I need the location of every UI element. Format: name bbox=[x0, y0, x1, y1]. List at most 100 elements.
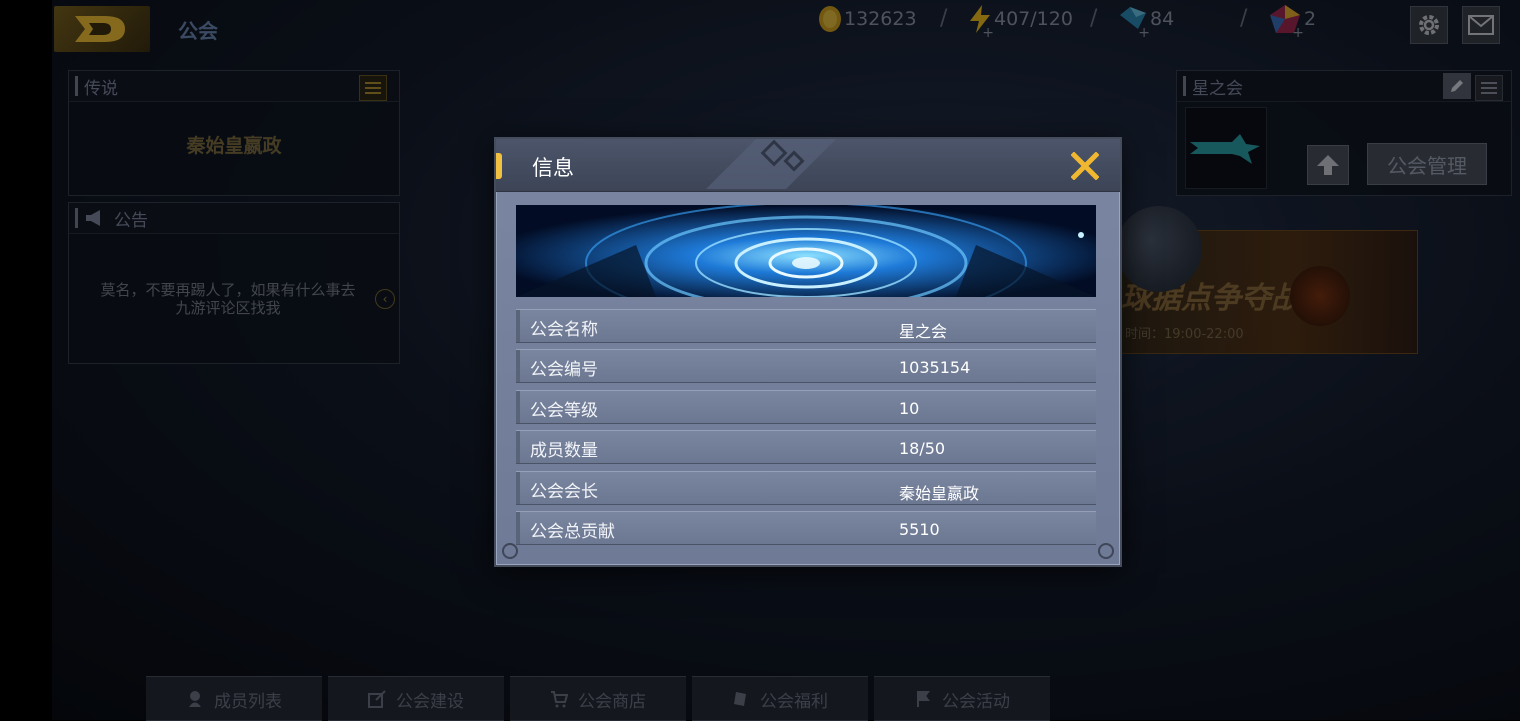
tab-guild-build[interactable]: 公会建设 bbox=[328, 676, 504, 721]
info-row-member-count: 成员数量 18/50 bbox=[516, 430, 1096, 465]
upgrade-button[interactable] bbox=[1307, 145, 1349, 185]
guild-panel: 星之会 公会管理 bbox=[1176, 70, 1512, 196]
notice-line-1: 莫名，不要再踢人了，如果有什么事去 bbox=[100, 281, 356, 299]
header-marker bbox=[1183, 76, 1186, 96]
tab-guild-welfare[interactable]: 公会福利 bbox=[692, 676, 868, 721]
info-value: 1035154 bbox=[899, 358, 971, 378]
separator: / bbox=[1090, 6, 1098, 31]
close-icon bbox=[1071, 152, 1099, 180]
notice-line-2: 九游评论区找我 bbox=[175, 299, 281, 317]
tab-member-list[interactable]: 成员列表 bbox=[146, 676, 322, 721]
diamond-value: 84 bbox=[1150, 8, 1175, 30]
close-button[interactable] bbox=[1068, 149, 1102, 183]
bottom-tab-bar: 成员列表 公会建设 公会商店 公会福利 公会活动 bbox=[146, 676, 1050, 721]
info-label: 成员数量 bbox=[530, 441, 598, 462]
corner-ornament bbox=[1098, 543, 1114, 559]
guild-panel-title: 星之会 bbox=[1192, 78, 1243, 99]
build-icon bbox=[368, 690, 386, 708]
settings-button[interactable] bbox=[1410, 6, 1448, 44]
info-value: 星之会 bbox=[899, 322, 948, 341]
info-row-guild-name: 公会名称 星之会 bbox=[516, 309, 1096, 343]
row-marker bbox=[516, 390, 520, 423]
legend-panel: 传说 秦始皇嬴政 bbox=[68, 70, 400, 196]
notice-panel-title: 公告 bbox=[114, 210, 148, 231]
row-marker bbox=[516, 350, 520, 383]
event-time: 时间：19:00-22:00 bbox=[1125, 327, 1244, 342]
separator: / bbox=[1240, 6, 1248, 31]
info-dialog-header: 信息 bbox=[496, 139, 1120, 192]
screen-edge bbox=[0, 0, 52, 720]
info-row-guild-level: 公会等级 10 bbox=[516, 389, 1096, 424]
planet-image bbox=[1116, 206, 1202, 292]
chevron-left-icon[interactable]: ‹ bbox=[375, 289, 395, 309]
info-label: 公会等级 bbox=[530, 400, 598, 421]
diamond-resource[interactable]: + 84 bbox=[1118, 5, 1175, 41]
tab-label: 公会建设 bbox=[396, 691, 464, 712]
info-label: 公会名称 bbox=[530, 320, 598, 340]
tab-label: 成员列表 bbox=[214, 691, 282, 712]
energy-resource[interactable]: + 407/120 bbox=[968, 5, 1073, 41]
gold-coin-icon bbox=[818, 5, 842, 33]
info-value: 18/50 bbox=[899, 439, 946, 459]
info-value: 10 bbox=[899, 398, 920, 418]
diamond-icon: + bbox=[1118, 5, 1150, 41]
gift-icon bbox=[734, 692, 746, 706]
lightning-icon: + bbox=[968, 5, 994, 41]
gold-value: 132623 bbox=[844, 8, 917, 30]
legend-panel-header: 传说 bbox=[69, 71, 399, 102]
member-icon bbox=[189, 691, 201, 707]
notice-panel: 公告 莫名，不要再踢人了，如果有什么事去 九游评论区找我 ‹ bbox=[68, 202, 400, 364]
info-label: 公会总贡献 bbox=[530, 521, 615, 542]
corner-ornament bbox=[502, 543, 518, 559]
guild-manage-button[interactable]: 公会管理 bbox=[1367, 143, 1487, 185]
header-decoration bbox=[706, 139, 836, 189]
info-label: 公会会长 bbox=[530, 481, 598, 502]
pencil-icon bbox=[1451, 80, 1463, 92]
guild-emblem-icon bbox=[1190, 134, 1260, 164]
list-icon bbox=[1481, 82, 1497, 94]
crystal-resource[interactable]: + 2 bbox=[1268, 5, 1317, 41]
crystal-icon: + bbox=[1268, 5, 1304, 41]
gear-icon bbox=[1419, 15, 1439, 35]
arrow-up-icon bbox=[1317, 155, 1339, 175]
info-row-guild-id: 公会编号 1035154 bbox=[516, 349, 1096, 384]
header-accent bbox=[496, 153, 502, 179]
tab-label: 公会商店 bbox=[578, 691, 646, 712]
logo-icon bbox=[75, 16, 125, 42]
info-dialog-title: 信息 bbox=[532, 156, 574, 180]
notice-panel-header: 公告 bbox=[69, 203, 399, 234]
mail-icon bbox=[1468, 15, 1494, 35]
page-title: 公会 bbox=[178, 19, 218, 43]
notice-text: 莫名，不要再踢人了，如果有什么事去 九游评论区找我 bbox=[71, 281, 385, 317]
tab-label: 公会活动 bbox=[942, 691, 1010, 712]
row-marker bbox=[516, 511, 520, 544]
row-marker bbox=[516, 310, 520, 342]
back-button[interactable] bbox=[54, 6, 150, 52]
legend-panel-title: 传说 bbox=[84, 78, 118, 99]
info-dialog: 信息 公会名称 星之会 公会编号 1035154 公会等级 10 成员数量 18… bbox=[494, 137, 1122, 567]
guild-info-table: 公会名称 星之会 公会编号 1035154 公会等级 10 成员数量 18/50… bbox=[516, 309, 1096, 551]
edit-button[interactable] bbox=[1443, 73, 1471, 99]
row-marker bbox=[516, 471, 520, 504]
flag-icon bbox=[917, 691, 930, 707]
crystal-value: 2 bbox=[1304, 8, 1317, 30]
gold-resource: 132623 bbox=[818, 6, 917, 32]
tab-label: 公会福利 bbox=[760, 691, 828, 712]
legend-player-name: 秦始皇嬴政 bbox=[186, 135, 282, 157]
cart-icon bbox=[551, 691, 568, 708]
list-button[interactable] bbox=[359, 75, 387, 101]
separator: / bbox=[940, 6, 948, 31]
header-marker bbox=[75, 76, 78, 96]
row-marker bbox=[516, 431, 520, 464]
guild-banner-image bbox=[516, 205, 1096, 297]
tab-guild-activity[interactable]: 公会活动 bbox=[874, 676, 1050, 721]
tab-guild-shop[interactable]: 公会商店 bbox=[510, 676, 686, 721]
header-marker bbox=[75, 208, 78, 228]
mail-button[interactable] bbox=[1462, 6, 1500, 44]
megaphone-icon bbox=[86, 210, 100, 226]
info-row-guild-leader: 公会会长 秦始皇嬴政 bbox=[516, 470, 1096, 505]
guild-badge bbox=[1185, 107, 1267, 189]
energy-value: 407/120 bbox=[994, 8, 1073, 30]
info-value: 秦始皇嬴政 bbox=[899, 483, 980, 503]
guild-list-button[interactable] bbox=[1475, 75, 1503, 101]
